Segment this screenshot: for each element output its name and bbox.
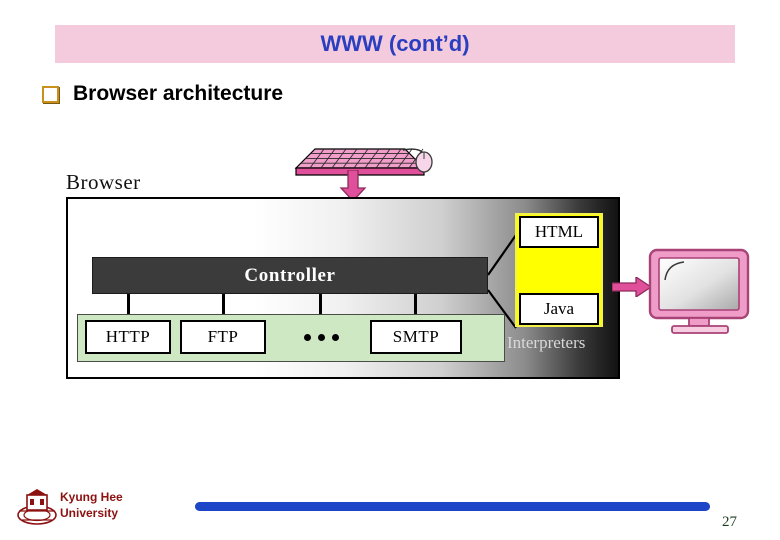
protocol-box-http: HTTP bbox=[85, 320, 171, 354]
monitor-icon bbox=[648, 248, 754, 336]
protocol-box-smtp: SMTP bbox=[370, 320, 462, 354]
browser-architecture-diagram: Browser Controller HTTP FTP SMTP HTML Ja… bbox=[0, 0, 780, 540]
interpreters-caption: Interpreters bbox=[507, 333, 586, 352]
dot bbox=[331, 333, 339, 341]
footer-university-name: Kyung Hee University bbox=[60, 489, 123, 521]
protocol-box-ftp: FTP bbox=[180, 320, 266, 354]
page-number: 27 bbox=[722, 514, 737, 530]
dot bbox=[303, 333, 311, 341]
controller-label: Controller bbox=[244, 264, 336, 286]
kyung-hee-crest-icon bbox=[16, 487, 58, 527]
interpreter-box-html: HTML bbox=[519, 216, 599, 248]
footer-divider bbox=[195, 502, 710, 511]
interpreter-box-java: Java bbox=[519, 293, 599, 325]
dot bbox=[317, 333, 325, 341]
controller-block: Controller bbox=[92, 257, 488, 294]
ellipsis-icon bbox=[291, 320, 351, 354]
footer-university-line2: University bbox=[60, 506, 119, 520]
browser-caption: Browser bbox=[66, 170, 141, 194]
footer-university-line1: Kyung Hee bbox=[60, 490, 123, 504]
right-arrow-icon bbox=[611, 275, 653, 299]
